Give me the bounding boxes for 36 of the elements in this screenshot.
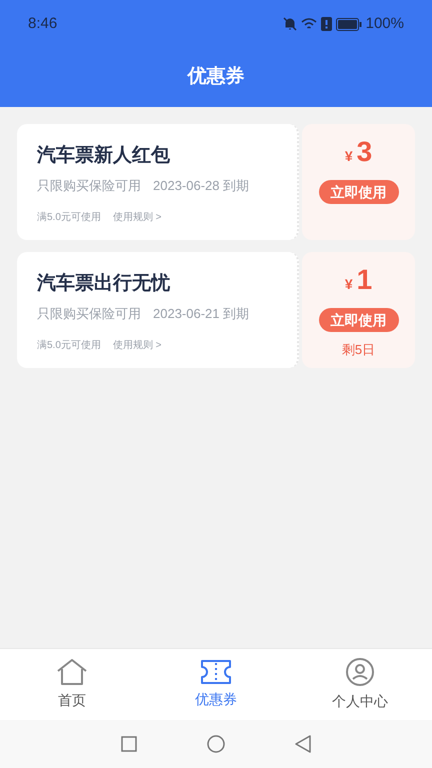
rules-link[interactable]: 使用规则 > <box>112 338 162 352</box>
home-circle-icon[interactable] <box>207 735 225 753</box>
tab-label: 首页 <box>58 691 86 710</box>
tab-label: 个人中心 <box>332 692 388 711</box>
sim-alert-icon <box>320 17 332 31</box>
battery-icon <box>336 18 362 30</box>
coupon-scope: 只限购买保险可用 <box>37 177 141 195</box>
bell-off-icon <box>282 17 297 31</box>
expiry-date: 2023-06-28 到期 <box>153 177 250 195</box>
page-title: 优惠券 <box>188 65 244 90</box>
tab-item[interactable]: 首页 <box>0 649 144 720</box>
tab-label: 优惠券 <box>195 690 237 709</box>
coupon-title: 汽车票新人红包 <box>37 144 171 168</box>
status-time: 8:46 <box>28 14 58 34</box>
user-circle-icon <box>345 657 375 687</box>
wifi-icon <box>300 17 317 31</box>
battery-level: 100% <box>366 14 404 34</box>
coupon-amount: 1 <box>356 264 372 296</box>
recent-apps-icon[interactable] <box>121 736 137 752</box>
days-remaining: 剩5日 <box>342 341 376 359</box>
rules-link[interactable]: 使用规则 > <box>112 210 162 224</box>
ticket-icon <box>200 659 232 685</box>
coupon-amount: 3 <box>356 136 372 168</box>
usage-condition: 满5.0元可使用 <box>37 210 101 224</box>
use-now-button[interactable]: 立即使用 <box>318 180 398 204</box>
use-now-button[interactable]: 立即使用 <box>318 308 398 332</box>
coupon-scope: 只限购买保险可用 <box>37 305 141 323</box>
expiry-date: 2023-06-21 到期 <box>153 305 250 323</box>
currency-symbol: ¥ <box>344 275 353 294</box>
usage-condition: 满5.0元可使用 <box>37 338 101 352</box>
currency-symbol: ¥ <box>344 147 353 166</box>
back-icon[interactable] <box>295 735 311 753</box>
tab-item[interactable]: 个人中心 <box>288 649 432 720</box>
tab-item[interactable]: 优惠券 <box>144 649 288 720</box>
home-icon <box>56 658 88 686</box>
coupon-title: 汽车票出行无忧 <box>37 272 171 296</box>
